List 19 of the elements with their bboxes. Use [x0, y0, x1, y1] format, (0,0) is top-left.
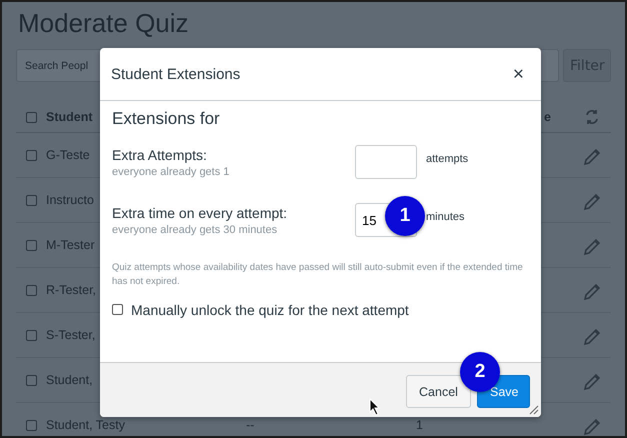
student-name: Student, — [46, 373, 93, 387]
unit-label: minutes — [426, 211, 466, 223]
field-label: Extra time on every attempt: — [112, 204, 288, 220]
note-text: Quiz attempts whose availability dates have passed will still auto-submit even if the extended time has not expired. — [112, 261, 524, 290]
student-name: G-Teste — [46, 148, 90, 162]
section-heading: Extensions for — [112, 109, 221, 129]
table-cell: -- — [246, 418, 254, 432]
table-cell: 1 — [416, 418, 423, 432]
student-name: Student, Testy — [46, 418, 125, 432]
page-title: Moderate Quiz — [18, 8, 190, 40]
field-hint: everyone already gets 1 — [112, 166, 230, 178]
unit-label: attempts — [426, 153, 470, 165]
student-name: R-Tester, — [46, 283, 96, 297]
dialog-title: Student Extensions — [111, 66, 240, 82]
field-label: Extra Attempts: — [112, 146, 208, 162]
student-name: M-Tester — [46, 238, 95, 252]
student-name: S-Tester, — [46, 328, 96, 342]
field-hint: everyone already gets 30 minutes — [112, 224, 278, 236]
student-name: Instructo — [46, 193, 94, 207]
